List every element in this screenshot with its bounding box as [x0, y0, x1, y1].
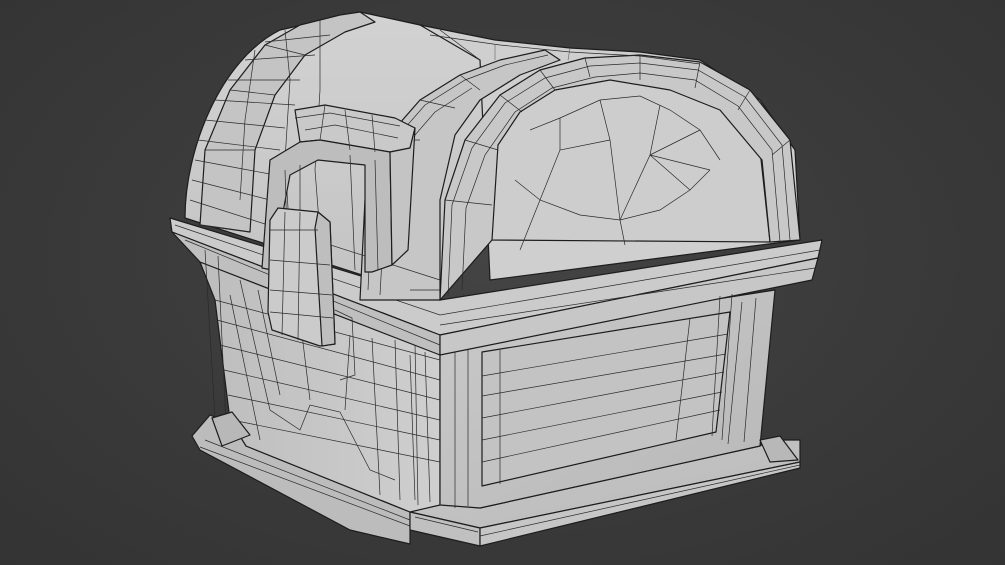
3d-viewport[interactable]	[0, 0, 1005, 565]
chest-model[interactable]	[0, 0, 1005, 565]
